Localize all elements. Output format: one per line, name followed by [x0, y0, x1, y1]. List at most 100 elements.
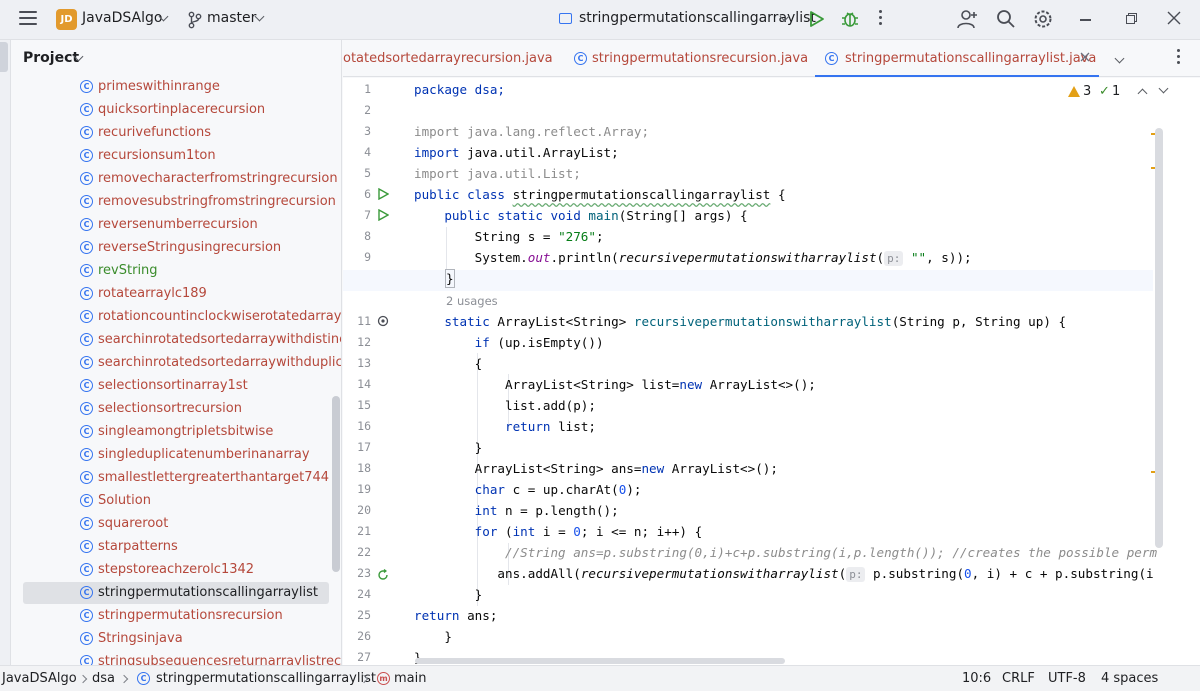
close-window-icon[interactable] [1167, 11, 1181, 25]
tree-item-label: reversenumberrecursion [98, 217, 258, 232]
line-number: 4 [364, 145, 371, 159]
tree-item[interactable]: Crotatearraylc189 [23, 283, 329, 305]
editor-horizontal-scrollbar[interactable] [415, 658, 785, 664]
project-panel-title[interactable]: Project [23, 50, 79, 66]
code-line: } [414, 440, 483, 455]
tree-item[interactable]: Csingleamongtripletsbitwise [23, 421, 329, 443]
tree-item[interactable]: Cprimeswithinrange [23, 76, 329, 98]
tree-item[interactable]: Csmallestlettergreaterthantarget744 [23, 467, 329, 489]
tab-stringpermutationscallingarraylist[interactable]: C stringpermutationscallingarraylist.jav… [815, 40, 1099, 77]
run-gutter-icon[interactable] [377, 188, 389, 200]
show-hidden-tabs-icon[interactable] [1114, 53, 1125, 64]
code-editor[interactable]: 1234567891011121314151617181920212223242… [343, 78, 1200, 665]
tree-item-label: singleduplicatenumberinanarray [98, 447, 310, 462]
line-number: 20 [357, 503, 371, 517]
breadcrumb-project[interactable]: JavaDSAlgo [2, 671, 77, 686]
tree-item[interactable]: Csingleduplicatenumberinanarray [23, 444, 329, 466]
class-icon: C [80, 149, 93, 162]
code-line: list.add(p); [414, 398, 596, 413]
line-number: 3 [364, 124, 371, 138]
breadcrumb-method[interactable]: main [394, 671, 426, 686]
line-separator[interactable]: CRLF [1002, 671, 1035, 686]
recursion-gutter-icon[interactable] [377, 569, 389, 581]
code-line: ans.addAll(recursivepermutationswitharra… [414, 566, 1154, 582]
line-number: 14 [357, 377, 371, 391]
class-icon: C [80, 632, 93, 645]
tree-item[interactable]: CreverseStringusingrecursion [23, 237, 329, 259]
more-actions-icon[interactable] [877, 10, 883, 28]
recursive-call-gutter-icon[interactable] [377, 315, 389, 327]
tree-item-label: stringsubsequencesreturnarraylistrecursi [98, 654, 342, 665]
class-icon: C [80, 609, 93, 622]
editor-tabs: otatedsortedarrayrecursion.java C string… [343, 40, 1200, 77]
code-line: int n = p.length(); [414, 503, 619, 518]
tree-item-label: recursionsum1ton [98, 148, 216, 163]
tree-item-label: singleamongtripletsbitwise [98, 424, 274, 439]
tab-label: stringpermutationsrecursion.java [592, 51, 809, 66]
tree-item[interactable]: Csearchinrotatedsortedarraywithdistincte… [23, 329, 341, 351]
search-icon[interactable] [996, 9, 1016, 29]
class-icon: C [80, 218, 93, 231]
breadcrumb-package[interactable]: dsa [92, 671, 115, 686]
branch-switcher[interactable]: master [207, 10, 256, 26]
ok-count: 1 [1112, 84, 1121, 99]
file-encoding[interactable]: UTF-8 [1048, 671, 1086, 686]
gear-icon[interactable] [1033, 9, 1053, 29]
tree-item[interactable]: Cselectionsortinarray1st [23, 375, 329, 397]
run-gutter-icon[interactable] [377, 209, 389, 221]
tree-item-label: smallestlettergreaterthantarget744 [98, 470, 330, 485]
tree-item[interactable]: Csquareroot [23, 513, 329, 535]
tree-item[interactable]: Cstarpatterns [23, 536, 329, 558]
class-icon: C [80, 517, 93, 530]
tree-item[interactable]: Cquicksortinplacerecursion [23, 99, 329, 121]
close-tab-icon[interactable] [1080, 52, 1090, 62]
git-branch-icon [188, 11, 202, 29]
tree-item[interactable]: Cremovecharacterfromstringrecursion [23, 168, 338, 190]
code-line: import java.util.List; [414, 166, 581, 181]
breadcrumb-class[interactable]: stringpermutationscallingarraylist [156, 671, 376, 686]
line-number: 17 [357, 440, 371, 454]
tree-item[interactable]: CrevString [23, 260, 329, 282]
caret-position[interactable]: 10:6 [962, 671, 991, 686]
tree-item[interactable]: Csearchinrotatedsortedarraywithduplicate… [23, 352, 341, 374]
class-icon: C [80, 310, 93, 323]
editor-vertical-scrollbar[interactable] [1155, 128, 1163, 548]
tree-item[interactable]: Cstringpermutationsrecursion [23, 605, 329, 627]
line-number: 8 [364, 229, 371, 243]
add-user-icon[interactable] [957, 9, 979, 29]
code-area[interactable]: package dsa; import java.lang.reflect.Ar… [343, 78, 1200, 665]
tree-item[interactable]: Cremovesubstringfromstringrecursion [23, 191, 336, 213]
tree-item[interactable]: Cstepstoreachzerolc1342 [23, 559, 329, 581]
tree-item[interactable]: Cstringsubsequencesreturnarraylistrecurs… [23, 651, 341, 665]
project-tree-scrollbar[interactable] [332, 396, 340, 572]
tree-item[interactable]: Cstringpermutationscallingarraylist [23, 582, 329, 604]
code-line: String s = "276"; [414, 229, 604, 244]
class-icon: C [80, 103, 93, 116]
tree-item[interactable]: Crecurivefunctions [23, 122, 329, 144]
tree-item[interactable]: C Solution [23, 490, 329, 512]
class-icon: C [825, 52, 838, 65]
tab-otatedsortedarrayrecursion[interactable]: otatedsortedarrayrecursion.java [343, 40, 558, 77]
run-icon[interactable] [809, 10, 825, 28]
debug-icon[interactable] [841, 9, 859, 29]
tree-item[interactable]: Cselectionsortrecursion [23, 398, 329, 420]
main-menu-icon[interactable] [19, 11, 37, 27]
line-number: 25 [357, 608, 371, 622]
project-tool-window-button[interactable] [0, 42, 8, 72]
project-switcher[interactable]: JavaDSAlgo [82, 10, 162, 26]
tree-item[interactable]: Crecursionsum1ton [23, 145, 329, 167]
indent-setting[interactable]: 4 spaces [1101, 671, 1158, 686]
code-line: import java.lang.reflect.Array; [414, 124, 650, 139]
minimize-window-icon[interactable] [1080, 19, 1091, 21]
tree-item-label: stringpermutationsrecursion [98, 608, 283, 623]
tree-item[interactable]: Crotationcountinclockwiserotatedarray [23, 306, 341, 328]
tab-actions-menu-icon[interactable] [1175, 49, 1181, 67]
tree-item[interactable]: Creversenumberrecursion [23, 214, 329, 236]
line-number: 19 [357, 482, 371, 496]
usages-inlay[interactable]: 2 usages [446, 294, 498, 308]
tree-item-label: selectionsortrecursion [98, 401, 242, 416]
restore-window-icon[interactable] [1126, 13, 1137, 24]
tree-item[interactable]: C Stringsinjava [23, 628, 329, 650]
parameter-hint: p: [884, 251, 904, 266]
tab-stringpermutationsrecursion[interactable]: C stringpermutationsrecursion.java [571, 40, 808, 77]
